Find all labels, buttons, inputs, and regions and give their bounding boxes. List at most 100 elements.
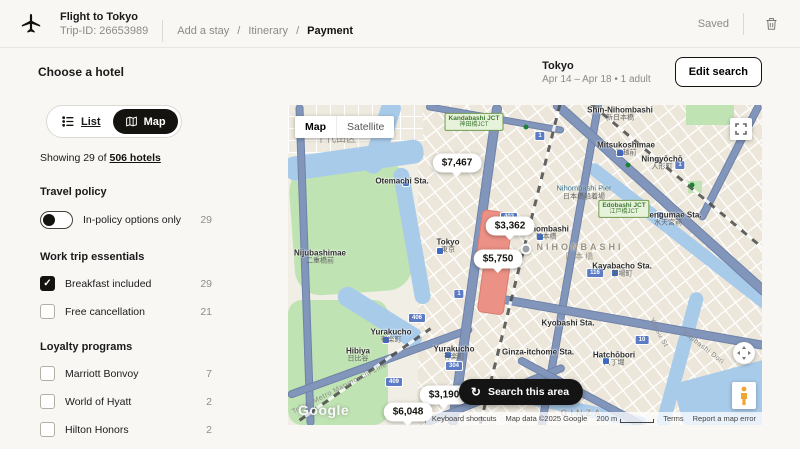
trip-id: Trip-ID: 26653989 [60,25,148,37]
tree-icon [524,125,529,130]
toggle-knob [43,214,55,226]
breadcrumb-separator: / [237,25,240,37]
station-icon [656,211,664,219]
filter-row-hilton: Hilton Honors 2 [40,422,212,437]
saved-status: Saved [698,18,729,30]
hotel-dot-marker[interactable] [521,244,532,255]
search-this-area-label: Search this area [488,386,569,398]
road-badge-c1: C1 [485,114,501,124]
marriott-count: 7 [206,368,212,380]
in-policy-toggle[interactable] [40,211,73,229]
road-badge: 1 [453,289,464,299]
map-scale-label: 200 m [596,414,617,423]
loyalty-heading: Loyalty programs [40,341,212,353]
in-policy-count: 29 [200,214,212,226]
in-policy-label: In-policy options only [83,214,181,226]
report-map-error-link[interactable]: Report a map error [693,414,756,423]
road-badge: 1 [674,160,685,170]
header-right-divider [743,13,744,35]
breadcrumb-itinerary[interactable]: Itinerary [248,25,288,37]
app-header: Flight to Tokyo Trip-ID: 26653989 Add a … [0,0,800,48]
header-divider [162,20,163,42]
hilton-checkbox[interactable] [40,422,55,437]
in-policy-filter-row: In-policy options only 29 [40,211,212,229]
filter-row-breakfast: ✓ Breakfast included 29 [40,276,212,291]
station-icon [602,357,610,365]
map-view-button[interactable]: Map [113,109,178,134]
tree-icon [690,183,695,188]
map-view-label: Map [144,116,166,128]
hotel-map[interactable]: C1 1 403 1 406 304 409 116 10 1 Chiyoda … [288,105,762,425]
refresh-icon: ↻ [471,386,481,398]
filter-row-hyatt: World of Hyatt 2 [40,394,212,409]
travel-policy-heading: Travel policy [40,186,212,198]
map-type-satellite-button[interactable]: Satellite [336,116,394,138]
keyboard-shortcuts-link[interactable]: Keyboard shortcuts [432,414,497,423]
hilton-label: Hilton Honors [65,424,129,436]
station-icon [436,247,444,255]
pegman-icon [738,386,750,406]
pan-control-button[interactable] [733,342,755,364]
free-cancellation-count: 21 [200,306,212,318]
map-icon [125,115,138,128]
toolbar: Choose a hotel Tokyo Apr 14 – Apr 18 • 1… [0,48,800,96]
breakfast-label: Breakfast included [65,278,151,290]
road-badge: 406 [408,313,426,323]
fullscreen-icon [735,123,747,135]
search-this-area-button[interactable]: ↻ Search this area [459,379,583,405]
hilton-count: 2 [206,424,212,436]
work-trip-heading: Work trip essentials [40,251,212,263]
filter-row-free-cancellation: Free cancellation 21 [40,304,212,319]
hotel-price-marker[interactable]: $3,362 [486,217,535,236]
road-badge: 304 [445,361,463,371]
map-scale-bar [620,419,654,423]
filters-sidebar: List Map Showing 29 of 506 hotels Travel… [40,105,212,449]
filter-row-marriott: Marriott Bonvoy 7 [40,366,212,381]
breadcrumb-add-a-stay[interactable]: Add a stay [177,25,229,37]
tree-icon [626,163,631,168]
marriott-checkbox[interactable] [40,366,55,381]
park-area-ne [686,105,734,125]
trash-icon[interactable] [758,11,784,37]
map-attribution: Keyboard shortcuts Map data ©2025 Google… [426,412,762,425]
list-icon [62,115,75,128]
station-icon [402,179,410,187]
check-icon: ✓ [43,278,51,289]
road-badge: 409 [385,377,403,387]
station-icon [611,269,619,277]
results-count-prefix: Showing 29 of [40,152,107,164]
breakfast-count: 29 [200,278,212,290]
fullscreen-button[interactable] [730,118,752,140]
dates-occupancy-label: Apr 14 – Apr 18 • 1 adult [542,74,651,85]
free-cancellation-checkbox[interactable] [40,304,55,319]
results-count: Showing 29 of 506 hotels [40,152,212,164]
airplane-logo-icon[interactable] [18,11,44,37]
list-view-label: List [81,116,101,128]
hyatt-checkbox[interactable] [40,394,55,409]
pan-arrows-icon [737,346,751,360]
edit-search-button[interactable]: Edit search [675,57,762,87]
results-count-link[interactable]: 506 hotels [109,152,160,164]
free-cancellation-label: Free cancellation [65,306,145,318]
terms-link[interactable]: Terms [663,414,683,423]
breadcrumb-payment[interactable]: Payment [307,25,353,37]
station-icon [444,351,452,359]
station-icon [616,149,624,157]
hotel-search-page: Flight to Tokyo Trip-ID: 26653989 Add a … [0,0,800,449]
breakfast-checkbox[interactable]: ✓ [40,276,55,291]
list-view-button[interactable]: List [50,109,113,134]
marriott-label: Marriott Bonvoy [65,368,139,380]
map-type-map-button[interactable]: Map [295,116,336,138]
station-icon [382,336,390,344]
map-scale: 200 m [596,414,654,423]
station-icon [536,233,544,241]
map-type-control: Map Satellite [295,116,394,138]
pegman-button[interactable] [732,382,756,409]
hotel-price-marker[interactable]: $5,750 [474,250,523,269]
map-copyright: Map data ©2025 Google [506,414,588,423]
google-logo[interactable]: Google [298,402,349,418]
breadcrumb-separator: / [296,25,299,37]
breadcrumb: Add a stay / Itinerary / Payment [177,10,353,37]
hotel-price-marker[interactable]: $7,467 [433,154,482,173]
hyatt-count: 2 [206,396,212,408]
